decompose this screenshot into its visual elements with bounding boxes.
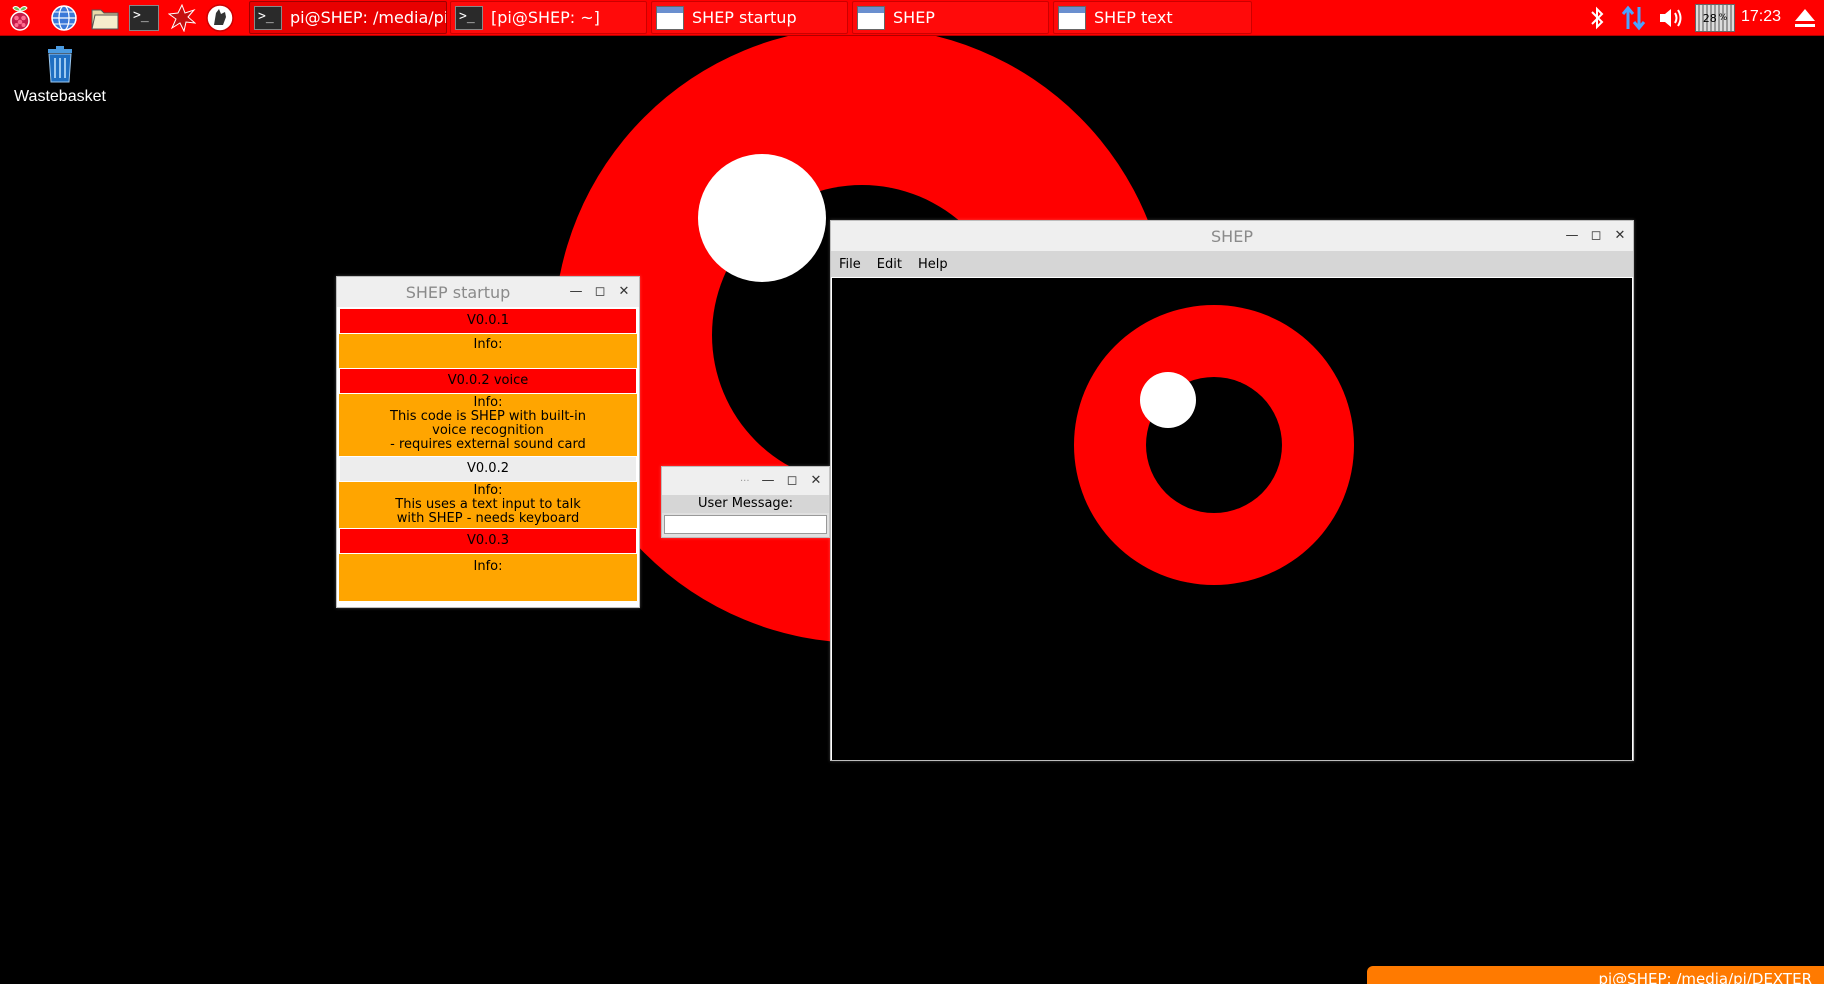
cpu-monitor[interactable]: 28 % <box>1695 4 1735 32</box>
window-icon <box>1058 5 1086 30</box>
version-button-v001[interactable]: V0.0.1 <box>339 308 637 334</box>
wastebasket-desktop-icon[interactable]: Wastebasket <box>8 44 112 106</box>
menu-edit[interactable]: Edit <box>877 257 902 272</box>
trash-icon <box>48 46 72 83</box>
shep-text-window: ... — ◻ ✕ User Message: <box>661 466 830 538</box>
task-terminal-home[interactable]: >_ [pi@SHEP: ~] <box>450 1 647 34</box>
eye-canvas <box>832 278 1632 760</box>
menu-bar: File Edit Help <box>831 251 1633 277</box>
close-icon[interactable]: ✕ <box>808 473 824 489</box>
user-message-label: User Message: <box>662 495 829 513</box>
menu-help[interactable]: Help <box>918 257 948 272</box>
user-message-input[interactable] <box>664 515 827 534</box>
close-icon[interactable]: ✕ <box>616 284 632 300</box>
shep-window: SHEP — ◻ ✕ File Edit Help <box>830 220 1634 761</box>
notification-text: pi@SHEP: /media/pi/DEXTER <box>1598 970 1812 984</box>
raspberry-menu-icon[interactable] <box>3 2 37 34</box>
task-label: pi@SHEP: /media/pi... <box>290 8 447 27</box>
terminal-icon: >_ <box>254 5 282 30</box>
taskbar: >_ >_ pi@SHEP: /media/pi... >_ [pi@SHEP:… <box>0 0 1824 36</box>
volume-icon[interactable] <box>1657 4 1687 32</box>
window-titlebar[interactable]: SHEP startup — ◻ ✕ <box>337 277 639 307</box>
task-shep[interactable]: SHEP <box>852 1 1049 34</box>
close-icon[interactable]: ✕ <box>1612 228 1628 244</box>
minimize-icon[interactable]: — <box>568 284 584 300</box>
eye-highlight <box>1140 372 1196 428</box>
maximize-icon[interactable]: ◻ <box>784 473 800 489</box>
eye-highlight <box>698 154 826 282</box>
shep-startup-window: SHEP startup — ◻ ✕ V0.0.1 Info: V0.0.2 v… <box>336 276 640 608</box>
task-shep-text[interactable]: SHEP text <box>1053 1 1252 34</box>
window-icon <box>656 5 684 30</box>
info-panel-v001: Info: <box>339 334 637 368</box>
mathematica-icon[interactable] <box>165 2 199 34</box>
window-title: ... <box>740 473 750 484</box>
minimize-icon[interactable]: — <box>760 473 776 489</box>
info-panel-v002: Info: This uses a text input to talk wit… <box>339 482 637 528</box>
cpu-unit: % <box>1718 13 1728 23</box>
clock[interactable]: 17:23 <box>1741 8 1781 26</box>
window-icon <box>857 5 885 30</box>
info-panel-v003: Info: <box>339 554 637 601</box>
task-label: SHEP <box>893 8 935 27</box>
menu-file[interactable]: File <box>839 257 861 272</box>
maximize-icon[interactable]: ◻ <box>1588 228 1604 244</box>
window-titlebar[interactable]: SHEP — ◻ ✕ <box>831 221 1633 251</box>
task-label: SHEP text <box>1094 8 1173 27</box>
file-manager-icon[interactable] <box>88 2 122 34</box>
bluetooth-icon[interactable] <box>1586 4 1608 32</box>
task-label: [pi@SHEP: ~] <box>491 8 600 27</box>
version-button-v002-voice[interactable]: V0.0.2 voice <box>339 368 637 394</box>
version-button-v003[interactable]: V0.0.3 <box>339 528 637 554</box>
cpu-percent: 28 <box>1702 11 1717 25</box>
eject-icon[interactable] <box>1793 6 1817 30</box>
info-panel-v002-voice: Info: This code is SHEP with built-in vo… <box>339 394 637 456</box>
minimize-icon[interactable]: — <box>1564 228 1580 244</box>
wastebasket-label: Wastebasket <box>14 88 106 105</box>
task-label: SHEP startup <box>692 8 797 27</box>
window-title: SHEP startup <box>405 283 511 302</box>
maximize-icon[interactable]: ◻ <box>592 284 608 300</box>
eye-graphic <box>1074 305 1354 585</box>
network-icon[interactable] <box>1620 3 1648 33</box>
terminal-icon[interactable]: >_ <box>127 2 161 34</box>
window-title: SHEP <box>1211 227 1253 246</box>
wolfram-icon[interactable] <box>203 2 237 34</box>
version-button-v002[interactable]: V0.0.2 <box>339 456 637 482</box>
task-shep-startup[interactable]: SHEP startup <box>651 1 848 34</box>
terminal-notification[interactable]: pi@SHEP: /media/pi/DEXTER <box>1367 966 1824 984</box>
web-browser-icon[interactable] <box>47 2 81 34</box>
task-terminal-dexter[interactable]: >_ pi@SHEP: /media/pi... <box>249 1 447 34</box>
terminal-icon: >_ <box>455 5 483 30</box>
window-titlebar[interactable]: ... — ◻ ✕ <box>662 467 829 495</box>
